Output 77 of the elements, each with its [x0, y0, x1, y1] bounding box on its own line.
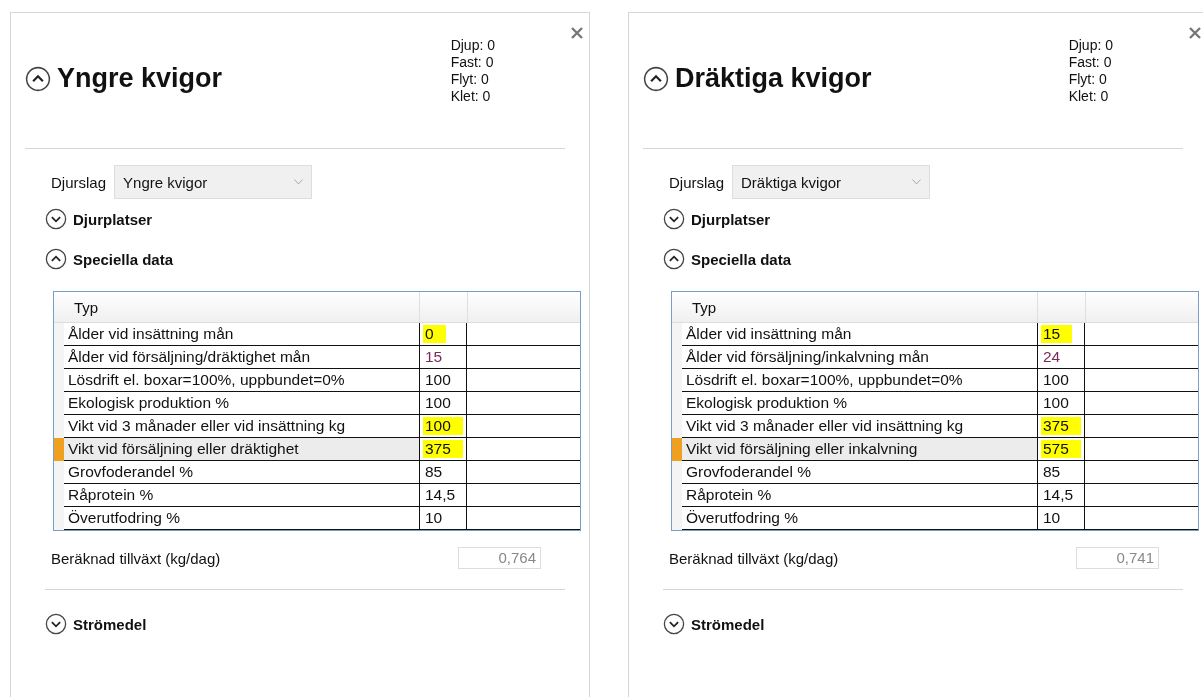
- animal-type-dropdown[interactable]: Yngre kvigor: [114, 165, 313, 199]
- section-header[interactable]: Strömedel: [691, 615, 765, 633]
- stat-text: Fast: 0: [1068, 53, 1113, 71]
- table-cell: Råprotein %: [64, 484, 420, 507]
- value-cell[interactable]: 10: [420, 507, 467, 530]
- table-cell: Vikt vid försäljning eller dräktighet: [64, 438, 420, 461]
- table-cell: Råprotein %: [682, 484, 1038, 507]
- expand-icon[interactable]: [45, 208, 67, 230]
- value-cell[interactable]: 14,5: [420, 484, 467, 507]
- row-marker[interactable]: [54, 438, 64, 461]
- stat-text: Flyt: 0: [1068, 70, 1108, 88]
- row-marker[interactable]: [672, 415, 682, 438]
- result-field: 0,741: [1076, 547, 1159, 569]
- collapse-icon[interactable]: [663, 248, 685, 270]
- table-cell: Vikt vid försäljning eller inkalvning: [682, 438, 1038, 461]
- table-cell: Överutfodring %: [64, 507, 420, 530]
- column-header: Typ: [682, 292, 1038, 322]
- panel-title: Dräktiga kvigor: [675, 63, 872, 94]
- collapse-icon[interactable]: [643, 65, 669, 92]
- value-cell[interactable]: 0: [420, 323, 467, 346]
- animal-type-dropdown[interactable]: Dräktiga kvigor: [732, 165, 931, 199]
- field-label: Djurslag: [669, 173, 725, 191]
- value-cell[interactable]: 15: [420, 346, 467, 369]
- table-cell: Lösdrift el. boxar=100%, uppbundet=0%: [64, 369, 420, 392]
- expand-icon[interactable]: [45, 613, 67, 635]
- value-cell[interactable]: 85: [420, 461, 467, 484]
- row-marker[interactable]: [54, 507, 64, 530]
- value-cell[interactable]: 14,5: [1038, 484, 1085, 507]
- value-cell[interactable]: 100: [420, 392, 467, 415]
- dropdown-caret-icon: [912, 179, 922, 185]
- table-cell: Ålder vid insättning mån: [682, 323, 1038, 346]
- table-cell: Ålder vid insättning mån: [64, 323, 420, 346]
- row-marker[interactable]: [672, 461, 682, 484]
- collapse-icon[interactable]: [45, 248, 67, 270]
- panel-title: Yngre kvigor: [57, 63, 223, 94]
- table-cell: Ålder vid försäljning/dräktighet mån: [64, 346, 420, 369]
- section-header[interactable]: Djurplatser: [691, 210, 771, 228]
- field-label: Djurslag: [51, 173, 107, 191]
- stat-text: Klet: 0: [450, 87, 492, 105]
- table-cell: Ekologisk produktion %: [64, 392, 420, 415]
- result-label: Beräknad tillväxt (kg/dag): [669, 549, 839, 567]
- result-label: Beräknad tillväxt (kg/dag): [51, 549, 221, 567]
- table-cell: Ålder vid försäljning/inkalvning mån: [682, 346, 1038, 369]
- row-marker[interactable]: [672, 438, 682, 461]
- row-marker[interactable]: [54, 323, 64, 346]
- section-header[interactable]: Djurplatser: [73, 210, 153, 228]
- table-cell: Ekologisk produktion %: [682, 392, 1038, 415]
- dropdown-caret-icon: [294, 179, 304, 185]
- expand-icon[interactable]: [663, 208, 685, 230]
- value-cell[interactable]: 100: [1038, 369, 1085, 392]
- stat-text: Fast: 0: [450, 53, 495, 71]
- stat-text: Klet: 0: [1068, 87, 1110, 105]
- section-header[interactable]: Speciella data: [73, 250, 174, 268]
- table-cell: Grovfoderandel %: [64, 461, 420, 484]
- collapse-icon[interactable]: [25, 65, 51, 92]
- row-marker[interactable]: [672, 323, 682, 346]
- section-header[interactable]: Speciella data: [691, 250, 792, 268]
- result-field: 0,764: [458, 547, 541, 569]
- row-marker[interactable]: [54, 461, 64, 484]
- value-cell[interactable]: 100: [420, 369, 467, 392]
- table-cell: Lösdrift el. boxar=100%, uppbundet=0%: [682, 369, 1038, 392]
- value-cell[interactable]: 10: [1038, 507, 1085, 530]
- value-cell[interactable]: 100: [1038, 392, 1085, 415]
- stat-text: Flyt: 0: [450, 70, 490, 88]
- expand-icon[interactable]: [663, 613, 685, 635]
- stat-text: Djup: 0: [450, 36, 495, 54]
- table-cell: Grovfoderandel %: [682, 461, 1038, 484]
- row-marker[interactable]: [54, 415, 64, 438]
- value-cell[interactable]: 85: [1038, 461, 1085, 484]
- column-header: Typ: [64, 292, 420, 322]
- stat-text: Djup: 0: [1068, 36, 1113, 54]
- close-icon[interactable]: [571, 27, 583, 39]
- section-header[interactable]: Strömedel: [73, 615, 147, 633]
- close-icon[interactable]: [1189, 27, 1201, 39]
- row-marker[interactable]: [672, 507, 682, 530]
- table-cell: Överutfodring %: [682, 507, 1038, 530]
- value-cell[interactable]: 24: [1038, 346, 1085, 369]
